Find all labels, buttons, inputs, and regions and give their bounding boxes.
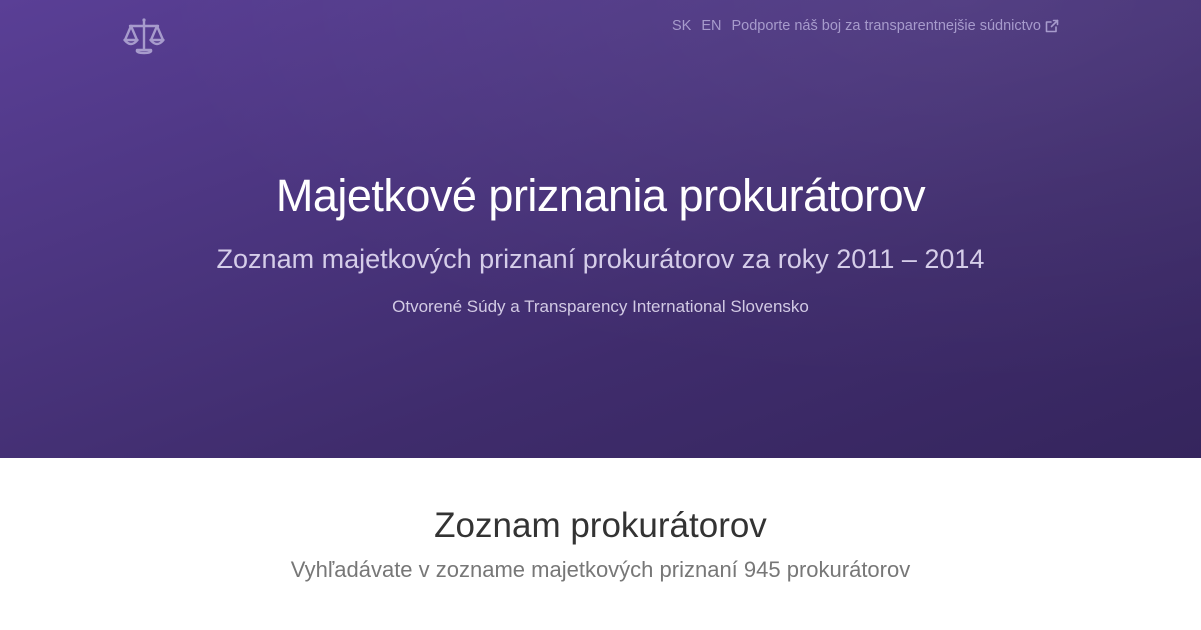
top-navigation: SK EN Podporte náš boj za transparentnej… [672, 18, 1059, 34]
scales-of-justice-icon[interactable] [122, 16, 166, 56]
language-sk-link[interactable]: SK [672, 18, 691, 34]
authors-line: Otvorené Súdy a Transparency Internation… [392, 297, 809, 316]
page-subtitle: Zoznam majetkových priznaní prokurátorov… [216, 244, 985, 274]
external-link-icon [1045, 19, 1059, 33]
hero-banner: SK EN Podporte náš boj za transparentnej… [0, 0, 1201, 458]
section-subtitle: Vyhľadávate v zozname majetkových prizna… [290, 557, 911, 582]
support-link-label: Podporte náš boj za transparentnejšie sú… [731, 18, 1041, 34]
prosecutor-list-section: Zoznam prokurátorov Vyhľadávate v zoznam… [0, 458, 1201, 630]
support-link[interactable]: Podporte náš boj za transparentnejšie sú… [731, 18, 1059, 34]
language-en-link[interactable]: EN [701, 18, 721, 34]
page-title: Majetkové priznania prokurátorov [275, 170, 926, 221]
section-title: Zoznam prokurátorov [434, 506, 767, 545]
